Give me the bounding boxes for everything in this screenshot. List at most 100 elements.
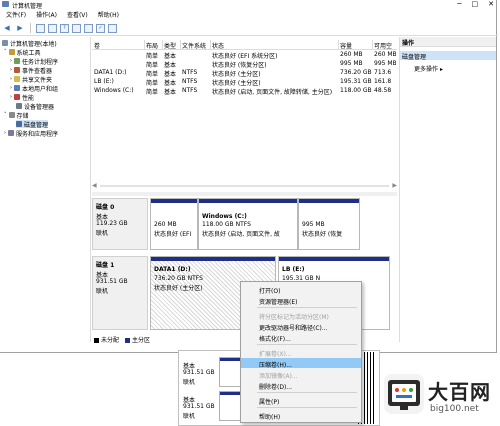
table-row[interactable]: 简单 基本 状态良好 (EFI 系统分区) 260 MB 260 MB [92, 50, 397, 60]
legend-primary: 主分区 [125, 335, 150, 344]
actions-more[interactable]: 更多操作 ▸ [414, 64, 443, 73]
cell-layout: 简单 [146, 89, 159, 96]
column-type[interactable]: 类型 [164, 41, 176, 50]
column-volume[interactable]: 卷 [94, 41, 100, 50]
tree-item-local-users[interactable]: › 本地用户和组 [10, 84, 58, 93]
menu-bar: 文件(F) 操作(A) 查看(V) 帮助(H) [0, 10, 500, 20]
tree-item-performance[interactable]: › 性能 [10, 93, 34, 102]
tree-item-shared-folders[interactable]: › 共享文件夹 [10, 75, 52, 84]
shared-folder-icon [14, 76, 20, 82]
scroll-right-icon[interactable]: ▶ [392, 182, 397, 189]
disk-1-size: 931.51 GB [96, 278, 128, 285]
partition-size: 736.20 GB NTFS [154, 275, 203, 282]
bg-disk-size: 931.51 GB [183, 403, 215, 410]
primary-partition-bar [279, 257, 389, 261]
device-manager-icon [16, 103, 22, 109]
actions-disk-management[interactable]: 磁盘管理 [400, 51, 496, 61]
tree-item-device-manager[interactable]: 设备管理器 [16, 102, 54, 111]
table-row[interactable]: LB (E:) 简单 基本 NTFS 状态良好 (主分区) 195.31 GB … [92, 77, 397, 87]
tree-item-task-scheduler[interactable]: › 任务计划程序 [10, 57, 58, 66]
close-button[interactable]: ✕ [488, 0, 494, 8]
menu-item-shrink-volume[interactable]: 压缩卷(H)... [241, 358, 361, 369]
partition-size: 260 MB [154, 221, 177, 228]
primary-partition-bar [151, 199, 197, 203]
help-icon[interactable]: ? [60, 23, 69, 33]
scrollbar-track[interactable] [100, 185, 389, 187]
cell-free-space: 48.58 [374, 87, 392, 94]
disk-0-status: 联机 [96, 230, 109, 237]
disk-1-status: 联机 [96, 288, 109, 295]
tree-item-services[interactable]: › 服务和应用程序 [4, 129, 58, 138]
primary-partition-bar [151, 257, 275, 261]
primary-partition-bar [199, 199, 297, 203]
menu-item-open[interactable]: 打开(O) [241, 284, 361, 295]
forward-arrow-icon[interactable]: ▶ [15, 23, 25, 33]
tools-icon [8, 49, 15, 55]
menu-item-help[interactable]: 帮助(H) [241, 410, 361, 421]
scroll-left-icon[interactable]: ◀ [92, 182, 97, 189]
tree-item-disk-management[interactable]: 磁盘管理 [16, 120, 49, 129]
menu-file[interactable]: 文件(F) [6, 10, 26, 20]
connect-icon[interactable] [84, 23, 93, 33]
table-row[interactable]: 简单 基本 状态良好 (恢复分区) 995 MB 995 MB [92, 59, 397, 69]
maximize-button[interactable]: □ [472, 0, 479, 8]
tree-root[interactable]: 计算机管理(本地) [2, 39, 57, 48]
disk-management-icon [16, 121, 22, 127]
disk-0-name: 磁盘 0 [96, 204, 115, 211]
primary-partition-bar [299, 199, 359, 203]
column-capacity[interactable]: 容量 [340, 41, 352, 50]
disk-0-windows-partition[interactable]: Windows (C:) 118.00 GB NTFS 状态良好 (启动, 页面… [198, 198, 298, 250]
check-icon[interactable]: ✓ [96, 23, 105, 33]
tree-item-event-viewer[interactable]: › 事件查看器 [10, 66, 52, 75]
cell-type: 基本 [164, 89, 177, 96]
volume-table: 卷 布局 类型 文件系统 状态 容量 可用空 简单 基本 状态良好 (EFI 系… [92, 37, 397, 197]
tree-item-system-tools[interactable]: ˅ 系统工具 [4, 48, 41, 57]
chevron-down-icon: ˅ [4, 112, 7, 118]
disk-0-info[interactable]: 磁盘 0 基本 119.23 GB 联机 [92, 198, 148, 250]
menu-item-mark-active[interactable]: 将分区标记为活动分区(M) [241, 310, 361, 321]
context-menu: 打开(O) 资源管理器(E) 将分区标记为活动分区(M) 更改驱动器号和路径(C… [240, 281, 362, 423]
tree-item-storage[interactable]: ˅ 存储 [4, 111, 29, 120]
menu-view[interactable]: 查看(V) [67, 10, 88, 20]
column-filesystem[interactable]: 文件系统 [182, 41, 206, 50]
toolbar-separator [30, 23, 31, 33]
back-arrow-icon[interactable]: ◀ [2, 23, 12, 33]
table-row[interactable]: Windows (C:) 简单 基本 NTFS 状态良好 (启动, 页面文件, … [92, 86, 397, 96]
disk-0-recovery-partition[interactable]: 995 MB 状态良好 (恢复 [298, 198, 360, 250]
chevron-right-icon: › [10, 58, 12, 64]
actions-pane: 操作 磁盘管理 更多操作 ▸ [399, 37, 496, 342]
menu-item-change-drive-letter[interactable]: 更改驱动器号和路径(C)... [241, 321, 361, 332]
column-layout[interactable]: 布局 [146, 41, 158, 50]
minimize-button[interactable]: ─ [457, 0, 461, 8]
menu-item-add-mirror[interactable]: 添加镜像(A)... [241, 369, 361, 380]
table-row[interactable]: DATA1 (D:) 简单 基本 NTFS 状态良好 (主分区) 736.20 … [92, 68, 397, 78]
cell-filesystem: NTFS [182, 69, 198, 76]
menu-item-properties[interactable]: 属性(P) [241, 395, 361, 406]
show-hide-tree-icon[interactable] [36, 23, 45, 33]
horizontal-scrollbar[interactable]: ◀ ▶ [92, 182, 397, 190]
column-status[interactable]: 状态 [212, 41, 224, 50]
menu-item-explorer[interactable]: 资源管理器(E) [241, 295, 361, 306]
properties-icon[interactable] [48, 23, 57, 33]
menu-item-format[interactable]: 格式化(F)... [241, 332, 361, 343]
cell-status: 状态良好 (启动, 页面文件, 故障转储, 主分区) [212, 89, 333, 96]
list-icon[interactable] [108, 23, 117, 33]
menu-action[interactable]: 操作(A) [36, 10, 57, 20]
cell-capacity: 195.31 GB [340, 78, 372, 85]
partition-status: 状态良好 (恢复 [302, 231, 343, 238]
cell-capacity: 118.00 GB [340, 87, 372, 94]
menu-item-delete-volume[interactable]: 删除卷(D)... [241, 380, 361, 391]
view-icon[interactable] [72, 23, 81, 33]
task-scheduler-icon [14, 58, 20, 64]
disk-0-efi-partition[interactable]: 260 MB 状态良好 (EFI [150, 198, 198, 250]
cell-filesystem: NTFS [182, 78, 198, 85]
menu-help[interactable]: 帮助(H) [98, 10, 119, 20]
menu-item-extend-volume[interactable]: 扩展卷(X)... [241, 347, 361, 358]
watermark-url: big100.net [430, 404, 479, 414]
cell-volume: Windows (C:) [94, 87, 134, 94]
cell-capacity: 736.20 GB [340, 69, 372, 76]
column-free-space[interactable]: 可用空 [374, 41, 392, 50]
disk-1-info[interactable]: 磁盘 1 基本 931.51 GB 联机 [92, 256, 148, 330]
bg-partition [219, 357, 241, 387]
chevron-right-icon: › [10, 76, 12, 82]
